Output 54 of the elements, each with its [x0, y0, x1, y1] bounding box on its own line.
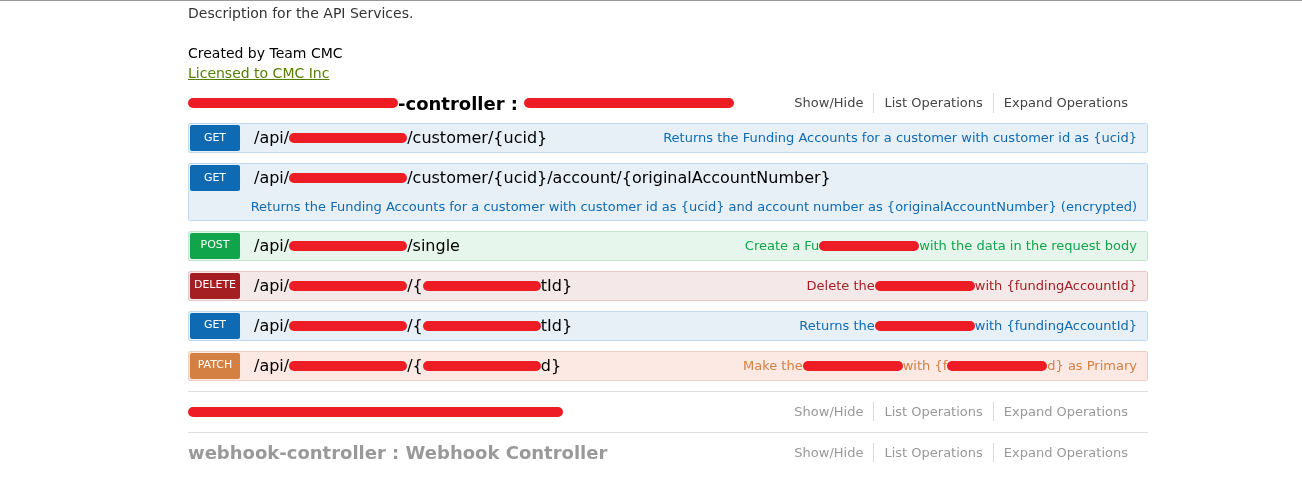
controller-heading: -controller — [398, 91, 505, 116]
section-link[interactable]: Show/Hide — [784, 93, 874, 113]
operation-row[interactable]: DELETE /api/ /{ tId} Delete the with {fundingAccountId} — [188, 270, 1148, 301]
method-badge[interactable]: GET — [190, 125, 240, 151]
endpoint-summary: with {fundingAccountId} — [974, 316, 1137, 335]
method-badge[interactable]: GET — [190, 165, 240, 191]
endpoint-path: d} — [540, 354, 562, 377]
endpoint-path: /customer/{ucid} — [407, 127, 548, 149]
section-link[interactable]: Expand Operations — [992, 401, 1138, 422]
license-link[interactable]: Licensed to CMC Inc — [188, 63, 330, 83]
endpoint-summary: Make the — [742, 356, 803, 375]
endpoint-path: /api/ — [254, 234, 290, 257]
method-badge[interactable]: POST — [190, 232, 240, 259]
section-link[interactable]: Expand Operations — [992, 442, 1138, 463]
endpoint-summary: with {f — [902, 356, 948, 375]
controller-heading: webhook-controller — [188, 441, 386, 465]
operation-row[interactable]: GET /api/ /customer/{ucid}/account/{originalAccountNumber} Returns the Funding Accounts for a customer with customer id as {ucid} and account number as {originalAccountNumber} (encrypted) — [188, 163, 1148, 221]
endpoint-path: /api/ — [254, 167, 290, 189]
endpoint-summary: Returns the Funding Accounts for a customer with customer id as {ucid} and account number as {originalAccountNumber} (encrypted) — [250, 198, 1137, 216]
endpoint-summary: d} as Primary — [1047, 356, 1137, 375]
endpoint-path: /api/ — [254, 127, 290, 149]
endpoint-summary: Returns the — [799, 316, 875, 335]
controller-heading: : — [509, 91, 520, 116]
operation-row[interactable]: GET /api/ /customer/{ucid} Returns the Funding Accounts for a customer with customer id as {ucid} — [188, 123, 1148, 153]
operation-row[interactable]: POST /api/ /single Create a Fu with the data in the request body — [188, 230, 1148, 261]
operation-row[interactable]: GET /api/ /{ tId} Returns the with {fundingAccountId} — [188, 310, 1148, 341]
section-link[interactable]: List Operations — [873, 401, 993, 422]
section-link[interactable]: List Operations — [873, 442, 993, 463]
endpoint-path: /api/ — [254, 354, 290, 377]
endpoint-path: /{ — [407, 274, 423, 297]
method-badge[interactable]: PATCH — [190, 352, 240, 379]
endpoint-summary: Create a Fu — [744, 236, 820, 255]
controller-heading: : Webhook Controller — [391, 441, 608, 465]
endpoint-path: tId} — [540, 314, 573, 337]
endpoint-summary: Delete the — [806, 276, 875, 295]
endpoint-path: /{ — [407, 314, 423, 337]
method-badge[interactable]: GET — [190, 312, 240, 339]
section-link[interactable]: List Operations — [873, 93, 993, 113]
endpoint-summary: with the data in the request body — [919, 236, 1137, 255]
section-link[interactable]: Show/Hide — [784, 401, 874, 422]
endpoint-summary: Returns the Funding Accounts for a customer with customer id as {ucid} — [663, 129, 1137, 148]
operation-row[interactable]: PATCH /api/ /{ d} Make the with {f d} as Primary — [188, 350, 1148, 381]
endpoint-path: /customer/{ucid}/account/{originalAccountNumber} — [407, 167, 831, 189]
endpoint-path: tId} — [540, 274, 573, 297]
endpoint-path: /{ — [407, 354, 423, 377]
method-badge[interactable]: DELETE — [190, 272, 240, 299]
section-link[interactable]: Show/Hide — [784, 442, 874, 463]
endpoint-path: /api/ — [254, 314, 290, 337]
section-link[interactable]: Expand Operations — [992, 93, 1138, 113]
endpoint-path: /api/ — [254, 274, 290, 297]
api-description: Description for the API Services. — [188, 4, 415, 23]
endpoint-summary: with {fundingAccountId} — [974, 276, 1137, 295]
creator-text: Created by Team CMC — [188, 44, 344, 63]
endpoint-path: /single — [407, 234, 460, 257]
